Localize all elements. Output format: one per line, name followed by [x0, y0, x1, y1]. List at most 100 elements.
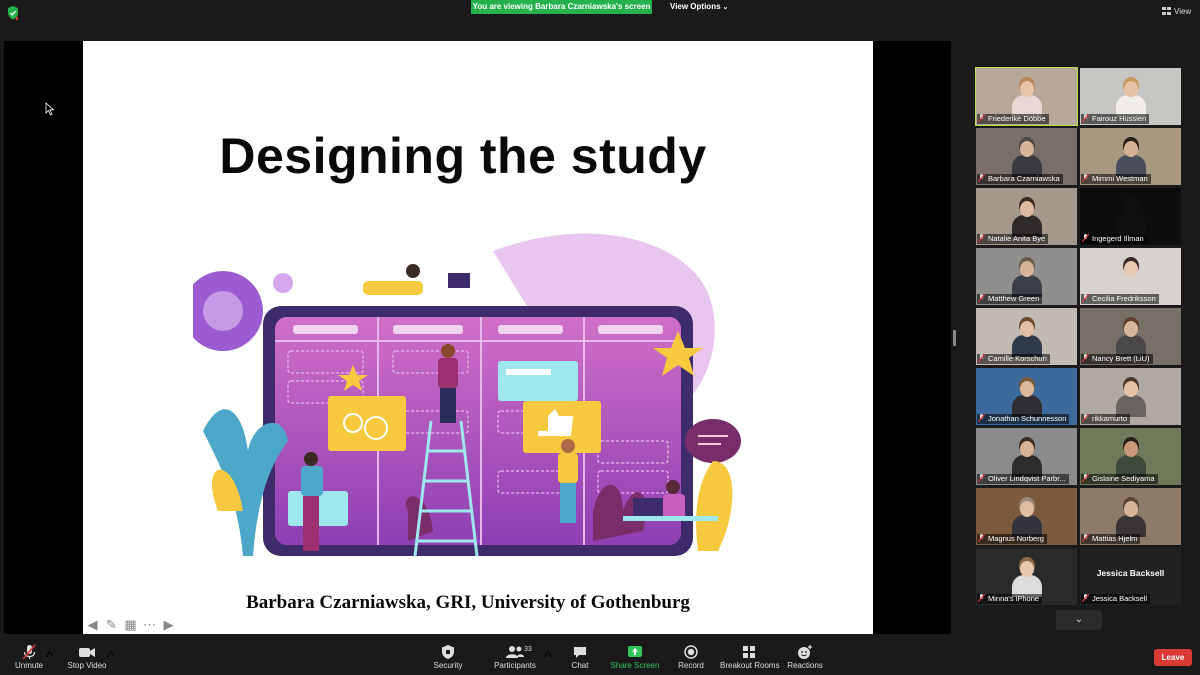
microphone-muted-icon — [978, 534, 985, 542]
participant-video — [1011, 561, 1042, 597]
participant-name-label: Camille Korschun — [977, 354, 1050, 364]
chevron-down-icon: ⌄ — [1074, 614, 1084, 625]
pen-icon[interactable]: ✎ — [104, 617, 119, 632]
participant-tile[interactable]: Friederike Döbbe — [975, 67, 1078, 126]
participant-name: Barbara Czarniawska — [988, 174, 1060, 183]
security-button[interactable]: Security — [430, 644, 466, 674]
stop-video-button[interactable]: Stop Video — [64, 644, 110, 674]
participant-video — [1115, 441, 1146, 477]
video-camera-icon — [79, 648, 95, 657]
participant-tile[interactable]: Camille Korschun — [976, 308, 1077, 365]
record-icon — [684, 645, 698, 659]
participant-tile[interactable]: Ingegerd Illman — [1080, 188, 1181, 245]
view-options-button[interactable]: View Options ⌄ — [664, 0, 734, 14]
participant-tile[interactable]: Jessica Backsell Jessica Backsell — [1080, 548, 1181, 605]
microphone-muted-icon — [22, 644, 36, 660]
participant-tile[interactable]: Nancy Brett (LiU) — [1080, 308, 1181, 365]
participant-video — [1115, 261, 1146, 297]
participant-name: Oliver Lindqvist Parbr... — [988, 474, 1066, 483]
share-screen-label: Share Screen — [610, 661, 660, 670]
encryption-shield-icon[interactable] — [6, 5, 20, 21]
participant-name-label: Mimmi Westman — [1081, 174, 1151, 184]
reactions-button[interactable]: Reactions — [786, 644, 824, 674]
participant-display-name: Jessica Backsell — [1096, 568, 1165, 578]
participant-video — [1011, 261, 1042, 297]
participant-video — [1011, 81, 1042, 117]
chat-label: Chat — [571, 661, 589, 670]
participant-name: Natalie Anita Bye — [988, 234, 1046, 243]
participant-tile[interactable]: Mattias Hjelm — [1080, 488, 1181, 545]
participants-icon — [506, 646, 524, 658]
arrow-left-icon[interactable]: ◀ — [85, 617, 100, 632]
participant-name-label: Natalie Anita Bye — [977, 234, 1049, 244]
breakout-rooms-button[interactable]: Breakout Rooms — [720, 644, 780, 674]
view-button[interactable]: View — [1162, 6, 1191, 18]
share-screen-button[interactable]: Share Screen — [610, 644, 660, 674]
shared-screen[interactable]: Designing the study Barbara Czarniawska,… — [4, 41, 951, 634]
video-options-caret-icon[interactable]: ^ — [107, 649, 115, 667]
participant-video — [1115, 141, 1146, 177]
top-bar: You are viewing Barbara Czarniawska's sc… — [0, 0, 1200, 26]
participant-name: Matthew Green — [988, 294, 1040, 303]
microphone-muted-icon — [978, 594, 985, 602]
participant-video — [1115, 321, 1146, 357]
participant-name: Fairouz Hussien — [1092, 114, 1147, 123]
unmute-button[interactable]: Unmute — [8, 644, 50, 674]
participant-tile[interactable]: Magnus Norberg — [976, 488, 1077, 545]
participant-name: Friederike Döbbe — [988, 114, 1046, 123]
participant-name-label: Jessica Backsell — [1081, 594, 1151, 604]
participant-name-label: Gislaine Sediyama — [1081, 474, 1158, 484]
participant-tile[interactable]: Barbara Czarniawska — [976, 128, 1077, 185]
participant-name-label: Friederike Döbbe — [977, 114, 1049, 124]
share-screen-icon — [628, 646, 642, 657]
participant-name-label: Jonathan Schunnesson — [977, 414, 1070, 424]
participant-name-label: Minna's iPhone — [977, 594, 1043, 604]
participant-tile[interactable]: Mimmi Westman — [1080, 128, 1181, 185]
participants-caret-icon[interactable]: ^ — [544, 649, 552, 667]
participant-tile[interactable]: Matthew Green — [976, 248, 1077, 305]
participant-name: Nancy Brett (LiU) — [1092, 354, 1150, 363]
participant-tile[interactable]: rikkamurto — [1080, 368, 1181, 425]
gallery-scroll-down-button[interactable]: ⌄ — [1056, 610, 1102, 630]
chat-button[interactable]: Chat — [566, 644, 594, 674]
microphone-muted-icon — [1082, 414, 1089, 422]
participant-video — [1011, 201, 1042, 237]
arrow-right-icon[interactable]: ▶ — [161, 617, 176, 632]
participant-name: Camille Korschun — [988, 354, 1047, 363]
participant-tile[interactable]: Cecilia Fredriksson — [1080, 248, 1181, 305]
participant-name: Magnus Norberg — [988, 534, 1044, 543]
participant-tile[interactable]: Gislaine Sediyama — [1080, 428, 1181, 485]
stop-video-label: Stop Video — [67, 661, 107, 670]
participant-video — [1011, 321, 1042, 357]
record-button[interactable]: Record — [674, 644, 708, 674]
leave-button[interactable]: Leave — [1154, 649, 1192, 666]
participants-count: 33 — [524, 646, 532, 653]
microphone-muted-icon — [1082, 234, 1089, 242]
participant-tile[interactable]: Jonathan Schunnesson — [976, 368, 1077, 425]
microphone-muted-icon — [1082, 474, 1089, 482]
panel-resize-handle[interactable] — [953, 330, 956, 346]
participant-name-label: Barbara Czarniawska — [977, 174, 1063, 184]
security-label: Security — [433, 661, 463, 670]
participants-label: Participants — [494, 661, 536, 670]
participant-video — [1115, 81, 1146, 117]
participant-video — [1115, 201, 1146, 237]
participant-tile[interactable]: Natalie Anita Bye — [976, 188, 1077, 245]
participant-video — [1115, 501, 1146, 537]
unmute-label: Unmute — [14, 661, 43, 670]
audio-options-caret-icon[interactable]: ^ — [46, 649, 54, 667]
participant-tile[interactable]: Oliver Lindqvist Parbr... — [976, 428, 1077, 485]
participant-name: Jonathan Schunnesson — [988, 414, 1067, 423]
chevron-down-icon: ⌄ — [722, 4, 729, 11]
slide-grid-icon[interactable]: ▦ — [123, 617, 138, 632]
participant-tile[interactable]: Minna's iPhone — [976, 548, 1077, 605]
viewing-screen-banner: You are viewing Barbara Czarniawska's sc… — [471, 0, 652, 14]
participant-tile[interactable]: Fairouz Hussien — [1080, 68, 1181, 125]
participant-name-label: Magnus Norberg — [977, 534, 1047, 544]
more-icon[interactable]: ⋯ — [142, 617, 157, 632]
meeting-toolbar: Unmute ^ Stop Video ^ Security Participa… — [0, 641, 1200, 675]
microphone-muted-icon — [978, 294, 985, 302]
participant-name: Ingegerd Illman — [1092, 234, 1144, 243]
participant-name: Mattias Hjelm — [1092, 534, 1138, 543]
microphone-muted-icon — [1082, 594, 1089, 602]
